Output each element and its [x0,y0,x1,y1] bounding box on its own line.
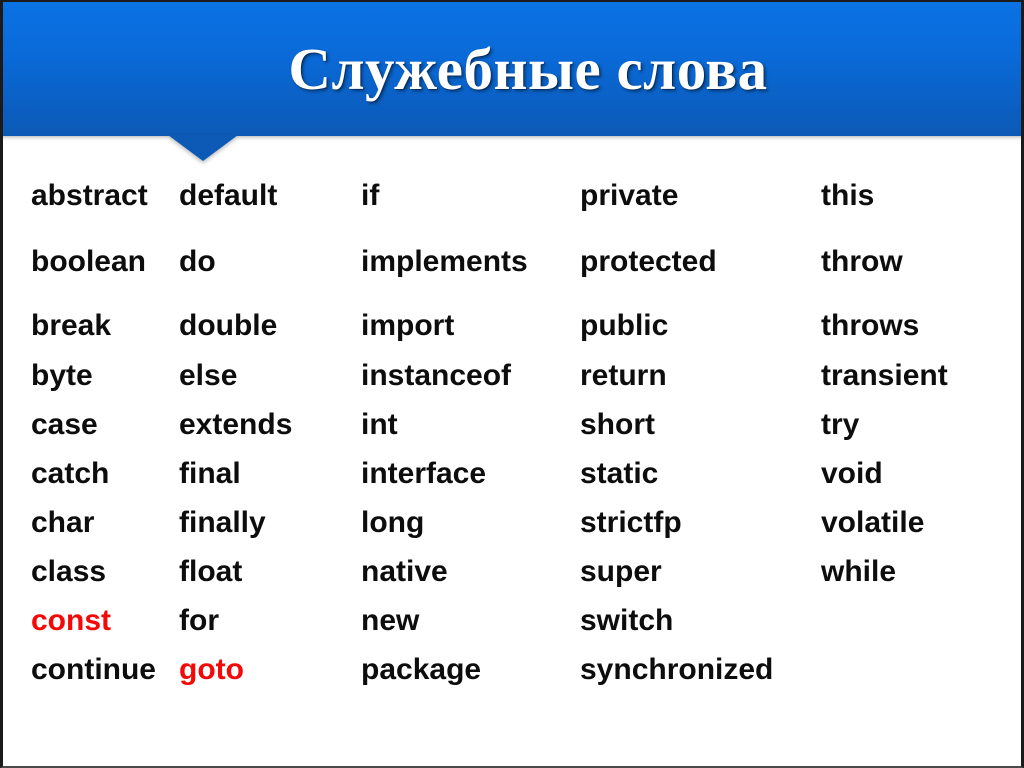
keyword-case: case [31,408,98,441]
keyword-class: class [31,555,107,588]
keyword-final: final [179,457,241,490]
keyword-grid: abstract boolean break byte case catch char cla… [3,136,1021,766]
keyword-break: break [31,309,112,342]
keyword-short: short [580,408,655,441]
keyword-new: new [361,604,420,637]
keyword-return: return [580,359,667,392]
keyword-static: static [580,457,659,490]
keyword-public: public [580,309,669,342]
title-banner: Служебные слова [3,2,1021,136]
keyword-package: package [361,653,482,686]
slide-root: Служебные слова abstract boolean break byte… [0,0,1024,768]
keyword-void: void [821,457,883,490]
keyword-strictfp: strictfp [580,506,682,539]
keyword-int: int [361,408,398,441]
keyword-private: private [580,179,679,212]
keyword-abstract: abstract [31,179,148,212]
keyword-boolean: boolean [31,245,147,278]
keyword-throw: throw [821,245,903,278]
keyword-goto: goto [179,653,244,686]
keyword-double: double [179,309,278,342]
page-title: Служебные слова [288,35,768,102]
keyword-do: do [179,245,216,278]
banner-shadow [3,136,1021,141]
keyword-try: try [821,408,860,441]
keyword-super: super [580,555,662,588]
keyword-volatile: volatile [821,506,925,539]
keyword-continue: continue [31,653,156,686]
keyword-const: const [31,604,112,637]
keyword-synchronized: synchronized [580,653,774,686]
keyword-if: if [361,179,380,212]
keyword-transient: transient [821,359,948,392]
keyword-this: this [821,179,875,212]
keyword-interface: interface [361,457,487,490]
keyword-else: else [179,359,238,392]
banner-pointer-triangle [168,135,238,161]
keyword-switch: switch [580,604,674,637]
keyword-implements: implements [361,245,528,278]
keyword-finally: finally [179,506,266,539]
keyword-native: native [361,555,448,588]
keyword-instanceof: instanceof [361,359,512,392]
keyword-default: default [179,179,278,212]
keyword-long: long [361,506,425,539]
keyword-char: char [31,506,95,539]
keyword-extends: extends [179,408,293,441]
keyword-throws: throws [821,309,920,342]
keyword-protected: protected [580,245,717,278]
keyword-import: import [361,309,455,342]
keyword-float: float [179,555,243,588]
keyword-for: for [179,604,219,637]
keyword-while: while [821,555,897,588]
keyword-catch: catch [31,457,110,490]
keyword-byte: byte [31,359,93,392]
